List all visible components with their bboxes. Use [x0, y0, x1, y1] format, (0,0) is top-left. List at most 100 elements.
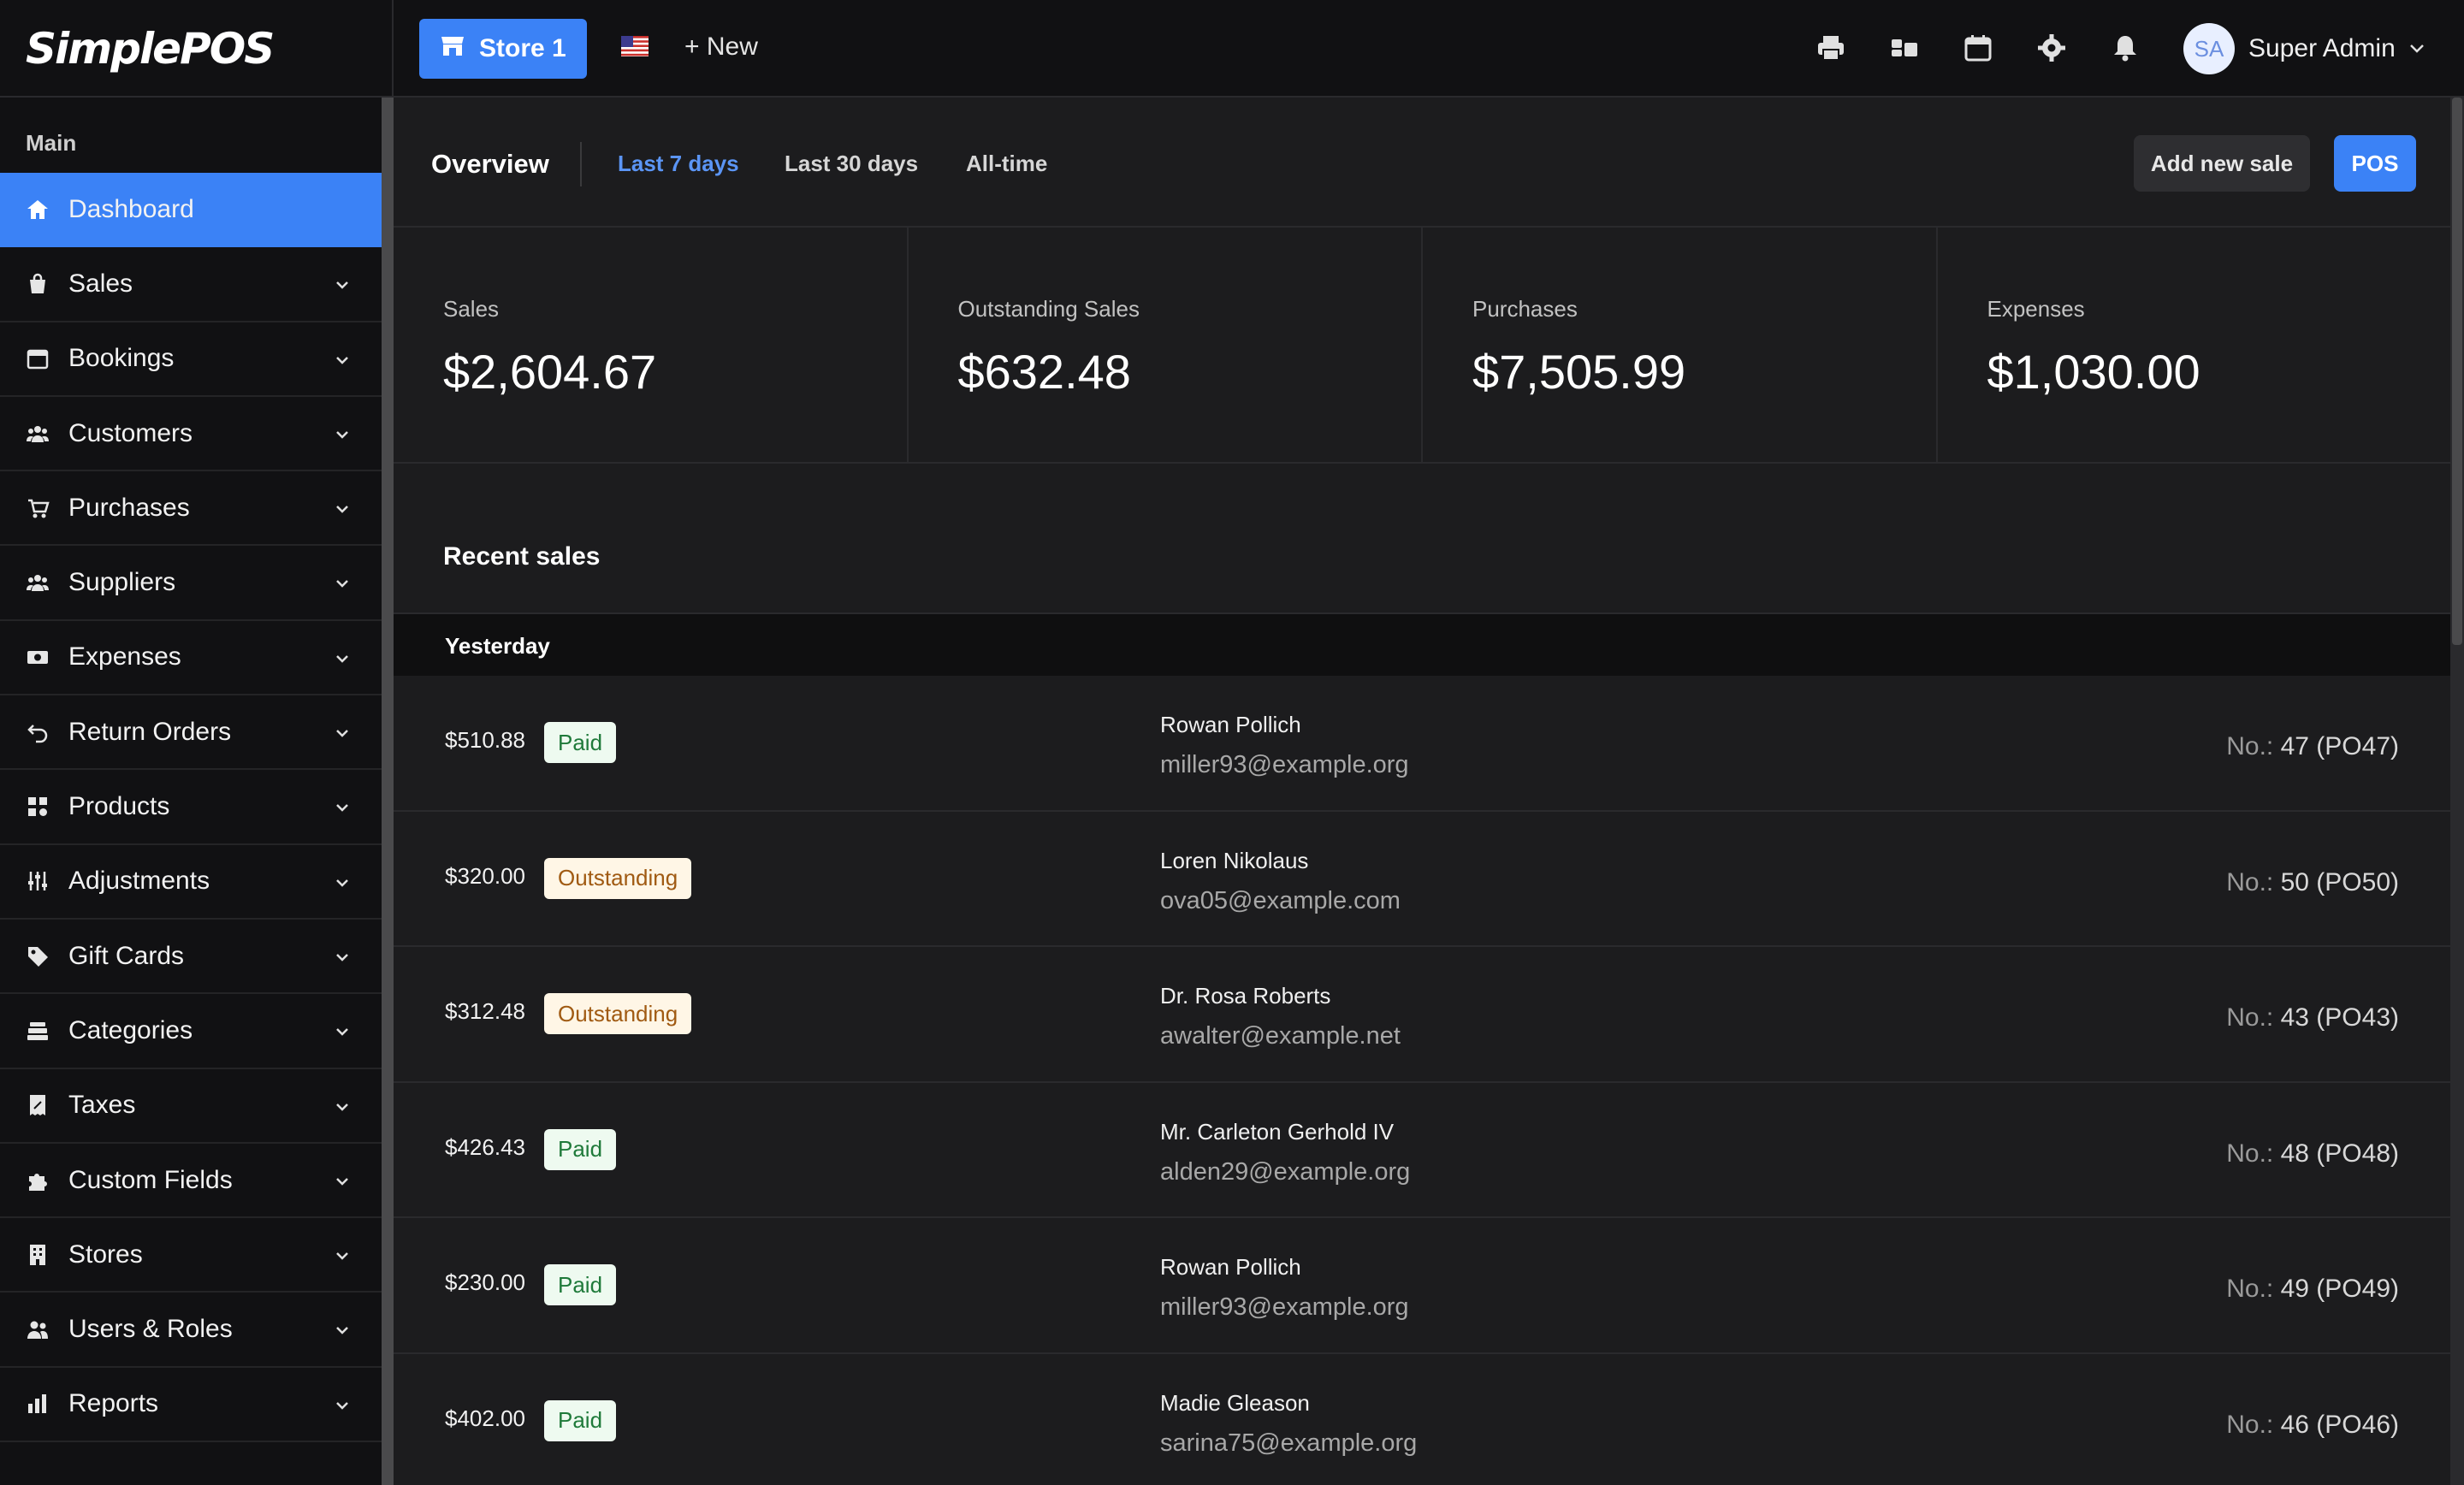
tab-last-7-days[interactable]: Last 7 days — [618, 151, 739, 177]
sidebar-item-reports[interactable]: Reports — [0, 1368, 382, 1443]
sidebar-item-adjustments[interactable]: Adjustments — [0, 845, 382, 920]
sliders-icon — [26, 869, 50, 893]
store-selector-button[interactable]: Store 1 — [419, 19, 587, 79]
calendar-icon — [26, 346, 50, 370]
sidebar-item-label: Users & Roles — [68, 1315, 233, 1344]
sidebar-item-dashboard[interactable]: Dashboard — [0, 173, 382, 248]
sale-reference[interactable]: No.: 49 (PO49) — [2226, 1275, 2399, 1304]
sidebar-item-label: Customers — [68, 418, 193, 447]
table-row[interactable]: $320.00 Outstanding Loren Nikolaus ova05@ex… — [394, 812, 2450, 947]
top-bar: SimplePOS Store 1 + New SA Super Admin — [0, 0, 2464, 98]
stat-label: Outstanding Sales — [957, 296, 1140, 322]
sidebar-item-sales[interactable]: Sales — [0, 247, 382, 322]
undo-icon — [26, 720, 50, 744]
app-logo[interactable]: SimplePOS — [26, 24, 275, 74]
status-badge: Paid — [544, 1264, 617, 1305]
divider — [580, 142, 582, 186]
layers-icon — [26, 1019, 50, 1043]
stat-label: Purchases — [1472, 296, 1578, 322]
scrollbar-thumb[interactable] — [2452, 98, 2462, 645]
chevron-down-icon — [336, 356, 348, 364]
sidebar-item-gift-cards[interactable]: Gift Cards — [0, 920, 382, 995]
sidebar-item-label: Bookings — [68, 344, 175, 373]
sale-amount: $426.43 — [445, 1133, 525, 1160]
chevron-down-icon — [336, 1252, 348, 1260]
sidebar-item-custom-fields[interactable]: Custom Fields — [0, 1144, 382, 1219]
sidebar-item-stores[interactable]: Stores — [0, 1218, 382, 1293]
reference-number: 48 (PO48) — [2280, 1139, 2399, 1168]
stat-card-expenses: Expenses $1,030.00 — [1938, 228, 2451, 462]
gear-icon[interactable] — [2036, 33, 2067, 63]
tag-icon — [26, 944, 50, 968]
chevron-down-icon — [2409, 44, 2424, 53]
sale-amount: $510.88 — [445, 727, 525, 753]
sidebar-item-categories[interactable]: Categories — [0, 994, 382, 1069]
sale-reference[interactable]: No.: 47 (PO47) — [2226, 732, 2399, 761]
calendar-icon[interactable] — [1963, 33, 1993, 63]
reference-label: No.: — [2226, 1139, 2274, 1168]
table-row[interactable]: $426.43 Paid Mr. Carleton Gerhold IV alden2… — [394, 1083, 2450, 1218]
us-flag-icon[interactable] — [621, 36, 649, 56]
sidebar-item-expenses[interactable]: Expenses — [0, 621, 382, 696]
receipt-icon — [26, 1093, 50, 1117]
stat-label: Expenses — [1987, 296, 2085, 322]
stat-card-outstanding-sales: Outstanding Sales $632.48 — [909, 228, 1423, 462]
sidebar-item-purchases[interactable]: Purchases — [0, 471, 382, 547]
customer-name: Rowan Pollich — [1160, 1254, 1301, 1280]
user-name: Super Admin — [2248, 34, 2396, 62]
sale-amount: $312.48 — [445, 998, 525, 1024]
add-new-sale-button[interactable]: Add new sale — [2134, 135, 2310, 192]
sidebar-item-label: Return Orders — [68, 717, 232, 746]
home-icon — [26, 198, 50, 222]
sale-reference[interactable]: No.: 48 (PO48) — [2226, 1139, 2399, 1168]
cart-icon — [26, 496, 50, 520]
new-button[interactable]: + New — [684, 33, 758, 62]
table-row[interactable]: $230.00 Paid Rowan Pollich miller93@example… — [394, 1218, 2450, 1354]
sale-amount: $320.00 — [445, 862, 525, 889]
bell-icon[interactable] — [2110, 33, 2141, 63]
main-scrollbar[interactable] — [2450, 98, 2464, 1485]
stat-value: $2,604.67 — [443, 345, 657, 399]
reference-label: No.: — [2226, 732, 2274, 760]
sidebar-item-label: Products — [68, 792, 170, 821]
reference-number: 50 (PO50) — [2280, 867, 2399, 896]
sidebar-item-label: Gift Cards — [68, 941, 185, 970]
reference-number: 43 (PO43) — [2280, 1003, 2399, 1032]
table-row[interactable]: $312.48 Outstanding Dr. Rosa Roberts awalte… — [394, 947, 2450, 1083]
user-menu[interactable]: SA Super Admin — [2183, 23, 2425, 74]
sidebar: Main Dashboard Sales Bookings Customers Purc… — [0, 98, 382, 1485]
tab-all-time[interactable]: All-time — [966, 151, 1047, 177]
sidebar-item-return-orders[interactable]: Return Orders — [0, 695, 382, 771]
printer-icon[interactable] — [1815, 33, 1846, 63]
customer-email: miller93@example.org — [1160, 1293, 1409, 1321]
sidebar-item-bookings[interactable]: Bookings — [0, 322, 382, 397]
sidebar-scrollbar[interactable] — [382, 98, 394, 1485]
sale-reference[interactable]: No.: 43 (PO43) — [2226, 1003, 2399, 1032]
chevron-down-icon — [336, 1177, 348, 1186]
sidebar-item-label: Adjustments — [68, 867, 210, 896]
chevron-down-icon — [336, 1028, 348, 1037]
sale-reference[interactable]: No.: 46 (PO46) — [2226, 1411, 2399, 1440]
stats-row: Sales $2,604.67 Outstanding Sales $632.4… — [394, 228, 2450, 464]
sidebar-item-taxes[interactable]: Taxes — [0, 1069, 382, 1144]
sidebar-item-products[interactable]: Products — [0, 770, 382, 845]
table-row[interactable]: $402.00 Paid Madie Gleason sarina75@example… — [394, 1354, 2450, 1485]
sale-reference[interactable]: No.: 50 (PO50) — [2226, 868, 2399, 897]
customer-email: miller93@example.org — [1160, 751, 1409, 778]
chevron-down-icon — [336, 1327, 348, 1335]
sidebar-item-label: Stores — [68, 1239, 143, 1269]
status-badge: Paid — [544, 1128, 617, 1170]
table-row[interactable]: $510.88 Paid Rowan Pollich miller93@example… — [394, 676, 2450, 812]
overview-title: Overview — [431, 149, 549, 179]
sidebar-item-suppliers[interactable]: Suppliers — [0, 546, 382, 621]
pos-button[interactable]: POS — [2334, 135, 2416, 192]
new-label: + New — [684, 33, 758, 61]
sidebar-item-customers[interactable]: Customers — [0, 397, 382, 472]
sidebar-item-users-and-roles[interactable]: Users & Roles — [0, 1293, 382, 1368]
status-badge: Paid — [544, 1399, 617, 1441]
bag-icon — [26, 272, 50, 296]
tab-last-30-days[interactable]: Last 30 days — [785, 151, 918, 177]
register-icon[interactable] — [1889, 33, 1920, 63]
chevron-down-icon — [336, 1103, 348, 1111]
building-icon — [26, 1243, 50, 1267]
